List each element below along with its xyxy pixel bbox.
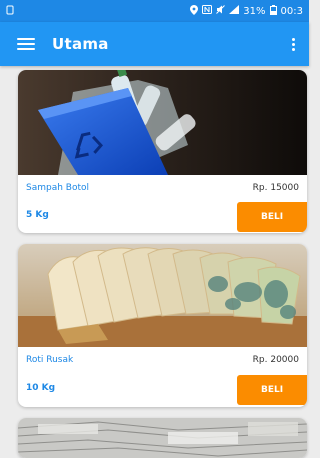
product-image-moldy-bread (18, 244, 307, 347)
nfc-icon (202, 5, 213, 17)
status-bar: 31% 00:3 (0, 0, 309, 22)
product-card[interactable] (18, 418, 307, 458)
page-title: Utama (52, 35, 109, 53)
product-weight: 10 Kg (26, 383, 56, 393)
overflow-menu-icon[interactable] (281, 22, 305, 66)
product-price: Rp. 15000 (252, 183, 299, 193)
battery-percent: 31% (243, 5, 266, 17)
signal-icon (229, 5, 240, 17)
buy-button[interactable]: BELI (237, 202, 307, 232)
product-price: Rp. 20000 (252, 355, 299, 365)
app-toolbar: Utama (0, 22, 309, 66)
product-card[interactable]: Sampah Botol Rp. 15000 5 Kg BELI (18, 70, 307, 233)
battery-icon (269, 4, 277, 18)
hamburger-menu-icon[interactable] (0, 22, 52, 66)
product-image-recycle-bin-bottles (18, 70, 307, 175)
product-card[interactable]: Roti Rusak Rp. 20000 10 Kg BELI (18, 244, 307, 407)
mute-icon (216, 5, 226, 17)
product-image-newspaper-stack (18, 418, 307, 458)
product-weight: 5 Kg (26, 210, 49, 220)
product-name: Roti Rusak (26, 355, 74, 365)
product-name: Sampah Botol (26, 183, 90, 193)
location-icon (190, 4, 199, 18)
notification-icon (6, 5, 26, 18)
buy-button[interactable]: BELI (237, 375, 307, 405)
clock: 00:3 (280, 5, 303, 17)
